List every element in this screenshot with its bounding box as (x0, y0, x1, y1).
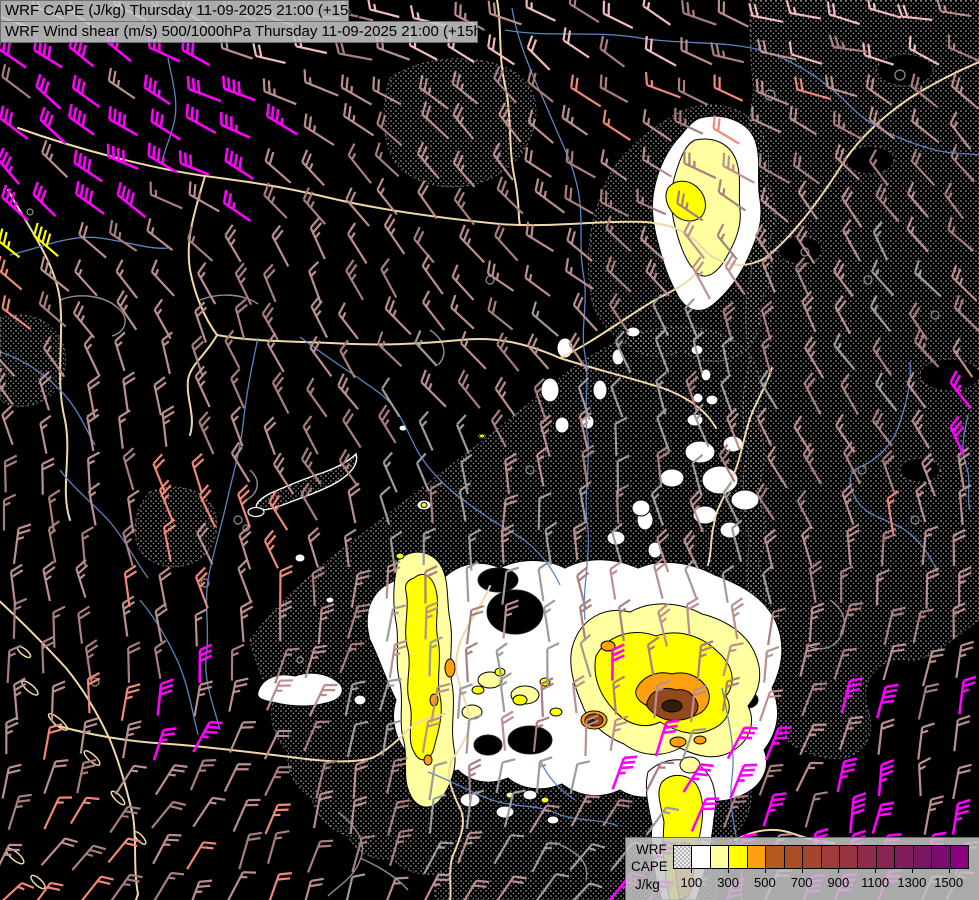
cape-colorbar-cell (895, 846, 914, 868)
cape-colorbar-cell (913, 846, 933, 868)
map-title-wind-shear: WRF Wind shear (m/s) 500/1000hPa Thursda… (0, 21, 487, 43)
colorbar-tick (728, 868, 730, 873)
cape-colorbar-cell (710, 846, 730, 868)
colorbar-tick (911, 868, 913, 873)
cape-colorbar-cell (766, 846, 785, 868)
cape-colorbar-cell (932, 846, 951, 868)
weather-map-stage: WRF CAPE (J/kg) Thursday 11-09-2025 21:0… (0, 0, 979, 900)
legend-label-unit: J/kg (635, 877, 660, 892)
colorbar-tick (801, 868, 803, 873)
map-title-box: WRF CAPE (J/kg) Thursday 11-09-2025 21:0… (0, 0, 487, 43)
cape-colorbar-cell (950, 846, 968, 868)
cape-colorbar-cell (692, 846, 711, 868)
colorbar-tick-label: 1500 (934, 875, 964, 890)
legend-label-wrf: WRF (636, 842, 667, 857)
cape-colorbar (673, 845, 969, 869)
colorbar-tick (691, 868, 693, 873)
colorbar-tick (764, 868, 766, 873)
colorbar-tick (875, 868, 877, 873)
cape-colorbar-cell (839, 846, 859, 868)
map-title-cape: WRF CAPE (J/kg) Thursday 11-09-2025 21:0… (0, 0, 362, 22)
cape-legend: WRF CAPE J/kg 100 300 500 700 900 1100 1300 150… (625, 837, 979, 900)
colorbar-tick (948, 868, 950, 873)
colorbar-tick (838, 868, 840, 873)
cape-colorbar-cell (784, 846, 804, 868)
cape-colorbar-cell (821, 846, 840, 868)
cape-colorbar-cell (876, 846, 896, 868)
cape-colorbar-cell (674, 846, 693, 868)
cape-colorbar-cell (803, 846, 822, 868)
cape-colorbar-cell (729, 846, 748, 868)
legend-label-cape: CAPE (631, 859, 668, 874)
cape-colorbar-cell (747, 846, 767, 868)
weather-map (0, 0, 979, 900)
cape-colorbar-cell (858, 846, 877, 868)
